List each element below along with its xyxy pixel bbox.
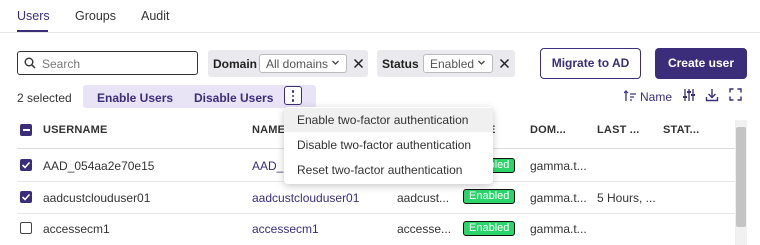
column-header-username[interactable]: USERNAME — [43, 124, 108, 136]
column-header-last[interactable]: LAST ... — [597, 124, 640, 136]
more-actions-menu: Enable two-factor authentication Disable… — [284, 107, 493, 184]
last-login-cell: 5 Hours, ... — [597, 191, 656, 205]
name-link[interactable]: accessecm1 — [252, 222, 319, 236]
name-link[interactable]: aadcustclouduser01 — [252, 191, 359, 205]
column-header-status[interactable]: STAT... — [663, 124, 699, 136]
status-filter: Status Enabled — [377, 50, 515, 77]
status-badge: Enabled — [463, 221, 516, 236]
fullscreen-icon[interactable] — [729, 88, 742, 101]
disable-users-button[interactable]: Disable Users — [194, 91, 273, 105]
sort-by-label[interactable]: Name — [640, 90, 672, 104]
domain-filter-label: Domain — [213, 57, 258, 71]
search-box[interactable] — [17, 51, 198, 75]
domain-filter: Domain All domains — [208, 50, 368, 77]
domain-cell: gamma.t... — [530, 159, 587, 173]
truncated-cell: aadcust... — [397, 191, 450, 205]
status-select[interactable]: Enabled — [423, 54, 493, 73]
row-checkbox[interactable] — [20, 159, 32, 171]
check-icon — [21, 161, 31, 169]
download-icon[interactable] — [705, 88, 719, 102]
row-checkbox[interactable] — [20, 222, 32, 234]
menu-item-enable-2fa[interactable]: Enable two-factor authentication — [284, 108, 493, 132]
menu-item-disable-2fa[interactable]: Disable two-factor authentication — [284, 133, 493, 157]
close-icon[interactable] — [499, 58, 510, 69]
chevron-down-icon — [332, 60, 339, 65]
tab-audit[interactable]: Audit — [141, 9, 170, 23]
username-cell: aadcustclouduser01 — [43, 191, 151, 205]
username-cell: accessecm1 — [43, 222, 110, 236]
more-actions-button[interactable] — [284, 86, 302, 105]
status-badge: Enabled — [463, 189, 516, 204]
selected-count: 2 selected — [17, 91, 72, 105]
active-tab-indicator — [17, 30, 48, 32]
column-header-name[interactable]: NAME — [252, 124, 285, 136]
menu-item-reset-2fa[interactable]: Reset two-factor authentication — [284, 158, 493, 182]
tabs-divider — [0, 32, 760, 33]
status-filter-label: Status — [382, 57, 419, 71]
check-icon — [21, 193, 31, 201]
row-divider — [17, 213, 735, 214]
domain-select[interactable]: All domains — [259, 54, 347, 73]
search-icon — [24, 57, 36, 69]
domain-cell: gamma.t... — [530, 191, 587, 205]
domain-cell: gamma.t... — [530, 222, 587, 236]
name-link[interactable]: AAD_ — [252, 159, 283, 173]
column-header-domain[interactable]: DOM... — [530, 124, 566, 136]
status-select-value: Enabled — [430, 57, 475, 71]
scrollbar-thumb[interactable] — [736, 127, 746, 227]
search-input[interactable] — [40, 55, 194, 73]
sort-ascending-icon[interactable] — [624, 90, 637, 103]
create-user-button[interactable]: Create user — [655, 48, 747, 79]
close-icon[interactable] — [353, 58, 364, 69]
column-settings-icon[interactable] — [682, 88, 696, 102]
row-checkbox[interactable] — [20, 191, 32, 203]
tab-groups[interactable]: Groups — [75, 9, 116, 23]
select-all-checkbox[interactable] — [20, 124, 32, 136]
tab-users[interactable]: Users — [17, 9, 50, 23]
bulk-actions-bar: Enable Users Disable Users — [83, 85, 316, 108]
domain-select-value: All domains — [266, 57, 329, 71]
username-cell: AAD_054aa2e70e15 — [43, 159, 155, 173]
migrate-to-ad-button[interactable]: Migrate to AD — [540, 48, 641, 79]
truncated-cell: accesse... — [397, 222, 452, 236]
chevron-down-icon — [478, 60, 485, 65]
minus-icon — [22, 129, 30, 131]
enable-users-button[interactable]: Enable Users — [97, 91, 173, 105]
